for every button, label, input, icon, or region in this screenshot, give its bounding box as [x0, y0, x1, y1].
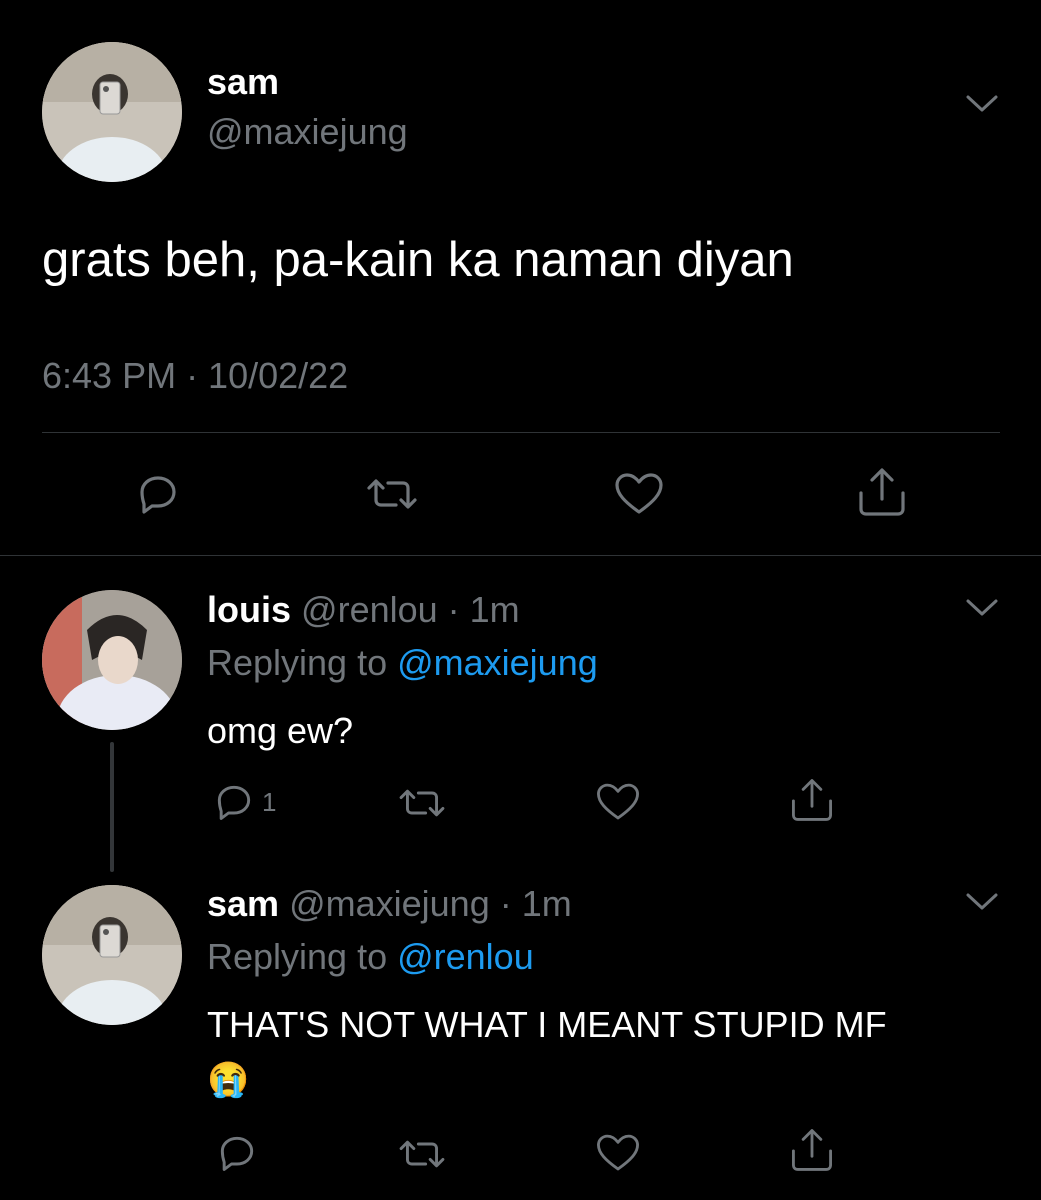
- main-retweet-button[interactable]: [366, 472, 418, 516]
- reply-2-like-button[interactable]: [594, 1131, 642, 1175]
- avatar-photo-icon: [42, 885, 182, 1025]
- heart-icon: [597, 783, 639, 820]
- reply-icon: [217, 785, 251, 820]
- reply-1-header: louis @renlou · 1m: [207, 588, 520, 632]
- main-tweet-divider: [42, 432, 1000, 433]
- reply-icon: [220, 1136, 254, 1171]
- reply-2-more-button[interactable]: [964, 890, 1000, 914]
- reply-2-handle-time[interactable]: @maxiejung · 1m: [289, 883, 572, 924]
- reply-2-replying-line: Replying to @renlou: [207, 935, 534, 979]
- main-reply-button[interactable]: [134, 470, 182, 518]
- reply-1-more-button[interactable]: [964, 596, 1000, 620]
- reply-1-reply-button[interactable]: 1: [212, 780, 276, 824]
- avatar-photo-icon: [42, 42, 182, 182]
- reply-2-emoji: 😭: [207, 1061, 250, 1099]
- retweet-icon: [367, 479, 417, 509]
- reply-1-handle-time[interactable]: @renlou · 1m: [301, 589, 520, 630]
- thread-connector: [110, 742, 114, 872]
- reply-2-display-name[interactable]: sam: [207, 883, 279, 924]
- reply-1-replying-handle[interactable]: @maxiejung: [397, 642, 598, 683]
- reply-1-replying-prefix: Replying to: [207, 642, 398, 683]
- reply-2-text: THAT'S NOT WHAT I MEANT STUPID MF: [207, 1004, 887, 1045]
- reply-1-like-button[interactable]: [594, 780, 642, 824]
- reply-1-avatar[interactable]: [42, 590, 182, 730]
- reply-1-display-name[interactable]: louis: [207, 589, 291, 630]
- avatar-photo-icon: [42, 590, 182, 730]
- reply-1-replying-line: Replying to @maxiejung: [207, 641, 598, 685]
- retweet-icon: [399, 789, 445, 817]
- section-divider: [0, 555, 1041, 556]
- reply-2-retweet-button[interactable]: [398, 1134, 446, 1174]
- reply-1-text: omg ew?: [207, 710, 354, 751]
- share-icon: [792, 1129, 832, 1171]
- reply-1-retweet-button[interactable]: [398, 783, 446, 823]
- main-like-button[interactable]: [612, 470, 666, 518]
- main-tweet-avatar[interactable]: [42, 42, 182, 182]
- heart-icon: [615, 473, 663, 514]
- reply-2-avatar[interactable]: [42, 885, 182, 1025]
- share-icon: [792, 779, 832, 821]
- main-tweet-text: grats beh, pa-kain ka naman diyan: [42, 233, 794, 287]
- reply-1-share-button[interactable]: [789, 776, 835, 824]
- chevron-down-icon: [966, 95, 998, 112]
- main-tweet-handle[interactable]: @maxiejung: [207, 110, 408, 154]
- share-icon: [859, 468, 905, 516]
- reply-2-header: sam @maxiejung · 1m: [207, 882, 572, 926]
- chevron-down-icon: [966, 893, 998, 910]
- reply-2-reply-button[interactable]: [215, 1131, 259, 1175]
- main-tweet-more-button[interactable]: [964, 92, 1000, 116]
- main-tweet-timestamp[interactable]: 6:43 PM · 10/02/22: [42, 353, 348, 399]
- reply-2-share-button[interactable]: [789, 1126, 835, 1174]
- retweet-icon: [399, 1140, 445, 1168]
- reply-icon: [140, 476, 176, 514]
- reply-2-replying-handle[interactable]: @renlou: [397, 936, 534, 977]
- main-tweet-display-name[interactable]: sam: [207, 60, 279, 104]
- heart-icon: [597, 1134, 639, 1171]
- reply-1-reply-count: 1: [262, 786, 277, 817]
- reply-2-replying-prefix: Replying to: [207, 936, 398, 977]
- main-share-button[interactable]: [856, 465, 908, 519]
- chevron-down-icon: [966, 599, 998, 616]
